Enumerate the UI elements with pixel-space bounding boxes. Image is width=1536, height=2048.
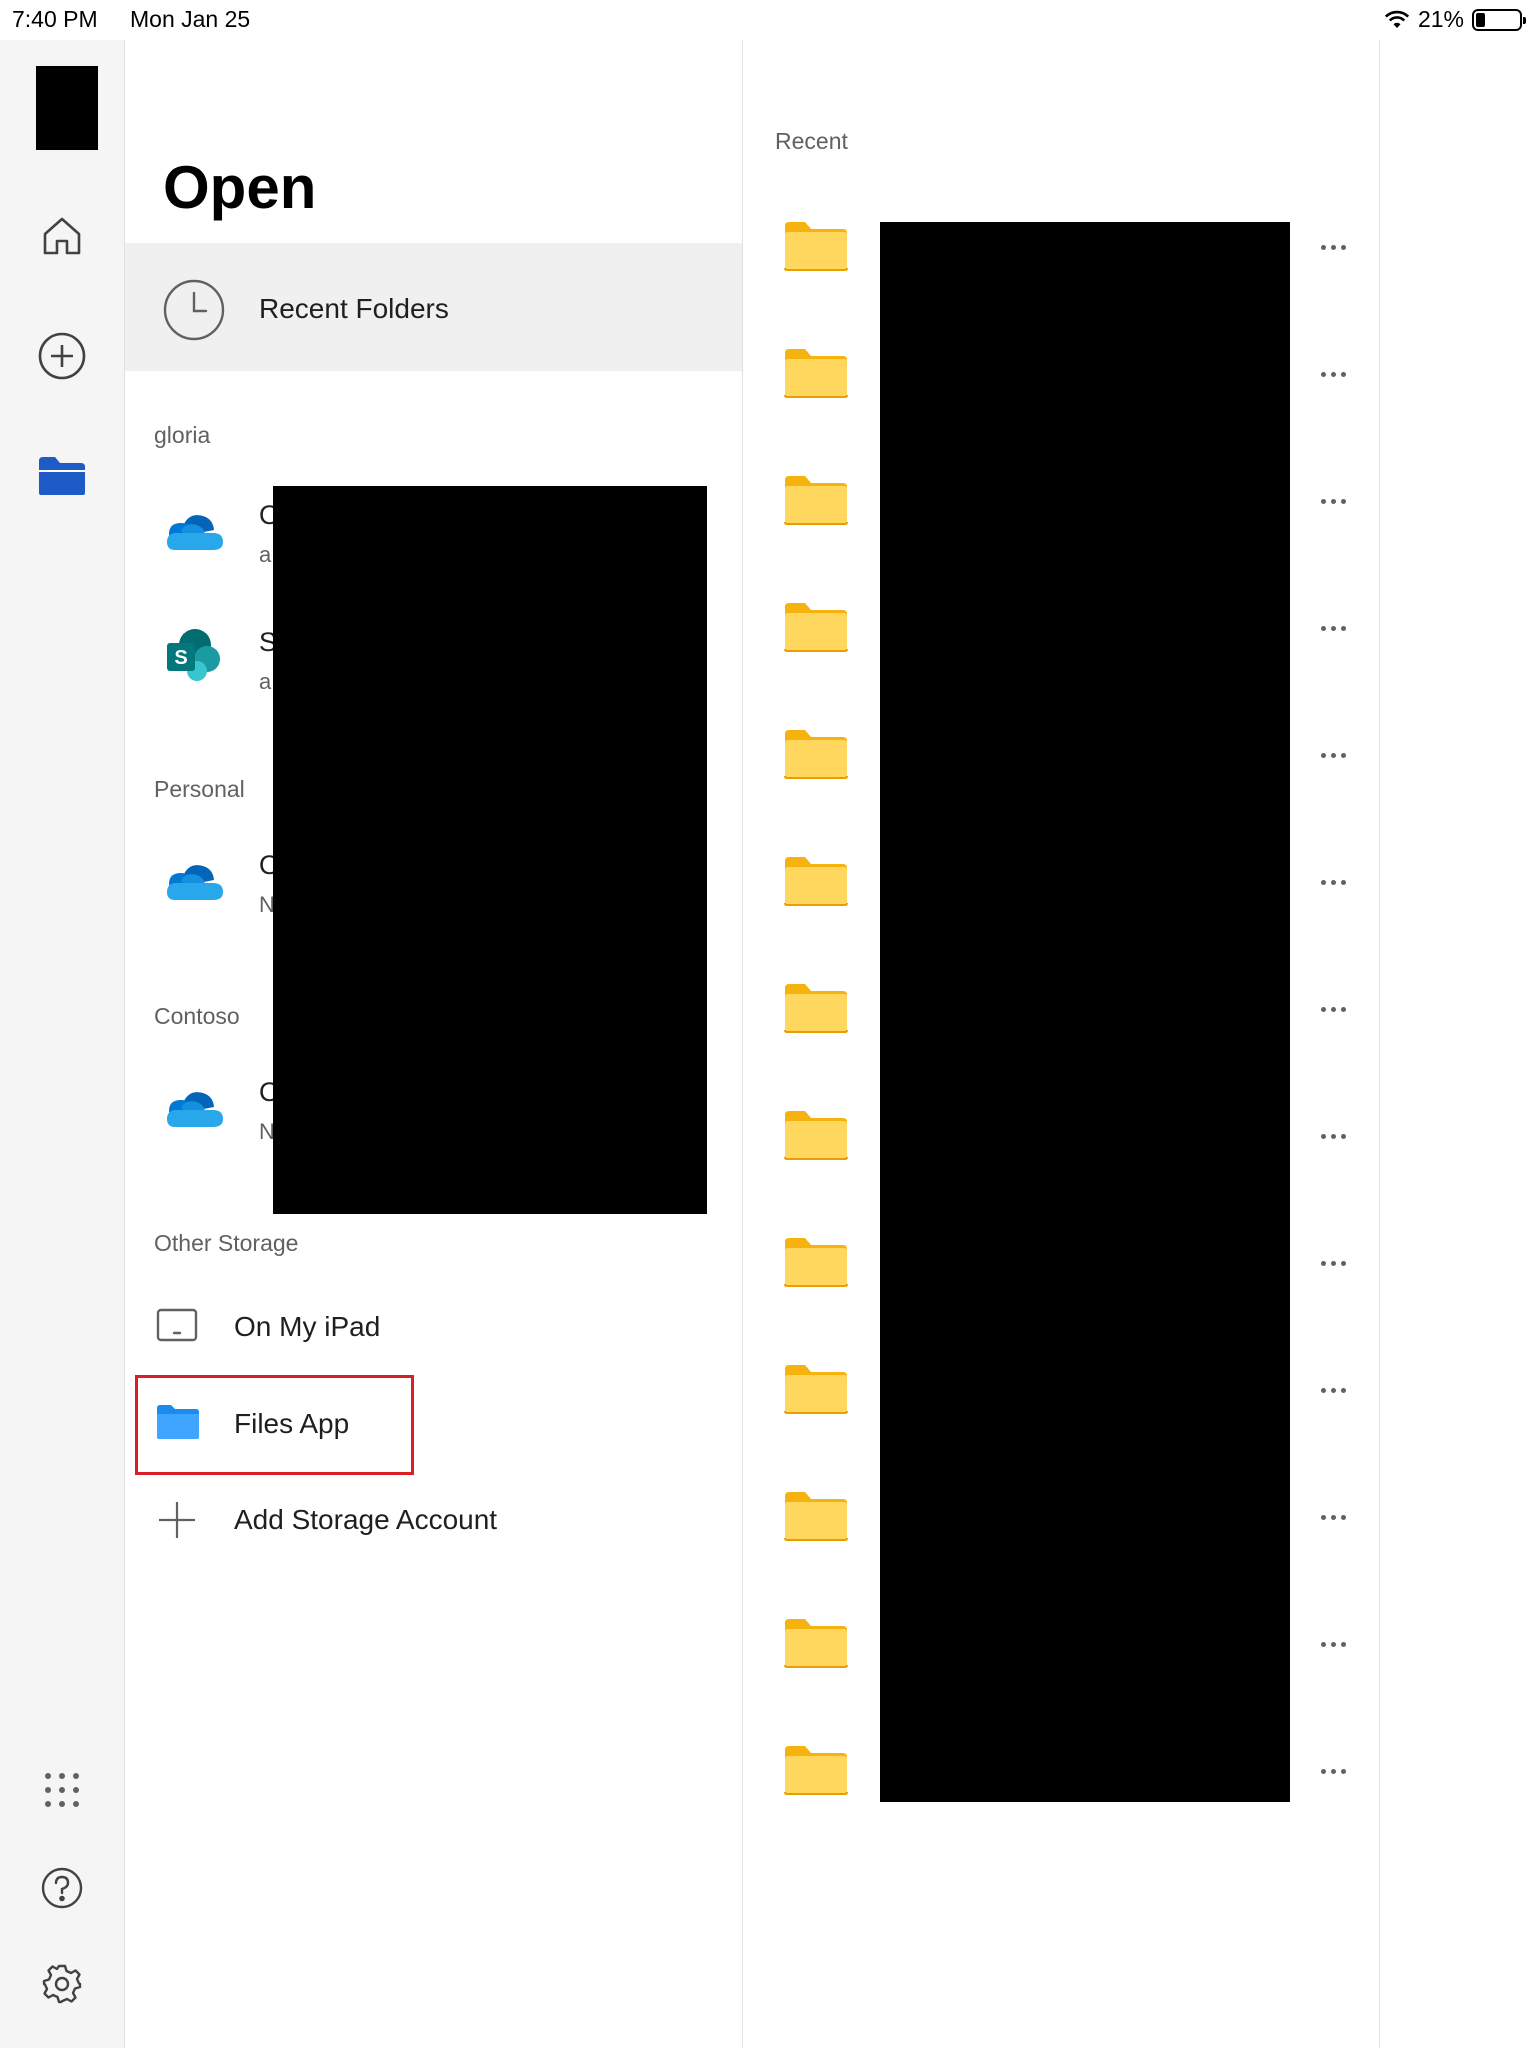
home-icon[interactable] bbox=[34, 208, 90, 264]
settings-icon[interactable] bbox=[34, 1956, 90, 2012]
new-icon[interactable] bbox=[34, 328, 90, 384]
plus-icon bbox=[159, 1502, 195, 1538]
battery-percent: 21% bbox=[1417, 6, 1464, 32]
files-app-item[interactable]: Files App bbox=[125, 1382, 742, 1466]
folder-icon bbox=[784, 349, 848, 398]
open-folder-icon[interactable] bbox=[34, 448, 90, 504]
more-options-icon[interactable] bbox=[1303, 740, 1363, 770]
folder-icon bbox=[784, 1492, 848, 1541]
help-icon[interactable] bbox=[34, 1860, 90, 1916]
more-options-icon[interactable] bbox=[1303, 486, 1363, 516]
page-title: Open bbox=[163, 154, 317, 221]
battery-icon bbox=[1472, 8, 1526, 31]
section-label-contoso: Contoso bbox=[154, 1003, 240, 1029]
more-options-icon[interactable] bbox=[1303, 359, 1363, 389]
navigation-rail bbox=[0, 40, 125, 2048]
folder-icon bbox=[784, 1746, 848, 1795]
more-options-icon[interactable] bbox=[1303, 232, 1363, 262]
files-app-folder-icon bbox=[157, 1405, 199, 1439]
onedrive-icon bbox=[167, 1092, 223, 1127]
folder-icon bbox=[784, 1365, 848, 1414]
more-options-icon[interactable] bbox=[1303, 1248, 1363, 1278]
folder-icon bbox=[784, 857, 848, 906]
onedrive-icon bbox=[167, 515, 223, 550]
folder-icon bbox=[784, 1619, 848, 1668]
folder-icon bbox=[784, 222, 848, 271]
more-options-icon[interactable] bbox=[1303, 1375, 1363, 1405]
battery-level-fill bbox=[1476, 12, 1485, 27]
recent-folders-panel: Recent Documents bbox=[743, 40, 1380, 2048]
files-app-label: Files App bbox=[234, 1408, 350, 1439]
more-options-icon[interactable] bbox=[1303, 1629, 1363, 1659]
section-label-personal: Personal bbox=[154, 776, 245, 802]
folder-icon bbox=[784, 984, 848, 1033]
avatar[interactable] bbox=[36, 66, 98, 150]
account-subtitle: a bbox=[259, 669, 272, 694]
redaction-block bbox=[273, 486, 707, 1214]
folder-icon bbox=[784, 1111, 848, 1160]
more-options-icon[interactable] bbox=[1303, 613, 1363, 643]
more-options-icon[interactable] bbox=[1303, 1756, 1363, 1786]
folder-icon bbox=[784, 603, 848, 652]
clock-icon bbox=[163, 279, 225, 341]
account-subtitle: a bbox=[259, 542, 272, 567]
wifi-icon bbox=[1384, 10, 1410, 28]
status-bar: 7:40 PM Mon Jan 25 21% bbox=[0, 0, 1536, 40]
section-label-other-storage: Other Storage bbox=[154, 1230, 299, 1256]
more-options-icon[interactable] bbox=[1303, 994, 1363, 1024]
more-options-icon[interactable] bbox=[1303, 1121, 1363, 1151]
add-storage-account-label: Add Storage Account bbox=[234, 1504, 498, 1535]
folder-icon bbox=[784, 730, 848, 779]
svg-text:S: S bbox=[174, 647, 187, 669]
recent-folders-item[interactable]: Recent Folders bbox=[125, 243, 742, 371]
on-my-ipad-label: On My iPad bbox=[234, 1311, 381, 1342]
sharepoint-icon: S bbox=[167, 629, 220, 681]
status-time: 7:40 PM bbox=[12, 6, 98, 32]
status-indicators: 21% bbox=[1384, 6, 1526, 33]
more-options-icon[interactable] bbox=[1303, 1502, 1363, 1532]
section-label-gloria: gloria bbox=[154, 422, 211, 448]
recent-heading: Recent bbox=[775, 128, 848, 154]
apps-grid-icon[interactable] bbox=[34, 1762, 90, 1818]
recent-folders-label: Recent Folders bbox=[259, 293, 449, 324]
status-date: Mon Jan 25 bbox=[130, 6, 251, 32]
on-my-ipad-item[interactable]: On My iPad bbox=[125, 1285, 742, 1369]
folder-icon bbox=[784, 476, 848, 525]
open-locations-panel: Open Recent Folders gloria O a S S a Per… bbox=[125, 40, 743, 2048]
add-storage-account-item[interactable]: Add Storage Account bbox=[125, 1478, 742, 1562]
onedrive-icon bbox=[167, 865, 223, 900]
redaction-block bbox=[880, 222, 1290, 1802]
folder-icon bbox=[784, 1238, 848, 1287]
more-options-icon[interactable] bbox=[1303, 867, 1363, 897]
ipad-icon bbox=[156, 1308, 198, 1342]
